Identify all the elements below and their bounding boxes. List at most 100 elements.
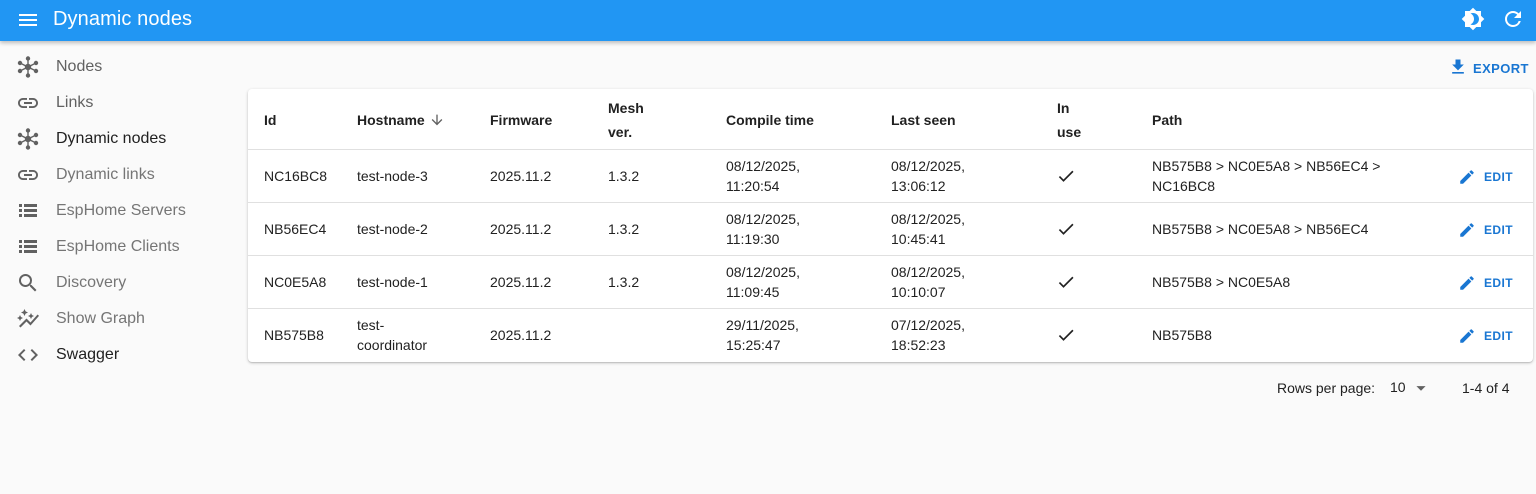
sidebar-item-label: Swagger (56, 346, 120, 363)
rows-per-page-select[interactable]: 10 (1386, 377, 1430, 399)
sidebar-item-label: Nodes (56, 58, 103, 75)
cell-id: NC16BC8 (264, 168, 328, 184)
sidebar-item-label: Dynamic nodes (56, 130, 167, 147)
export-label: EXPORT (1473, 61, 1529, 76)
edit-button[interactable]: EDIT (1454, 162, 1520, 190)
cell-seen-time: 10:10:07 (891, 284, 946, 300)
sidebar-item-show-graph[interactable]: Show Graph (0, 301, 240, 337)
cell-seen-time: 13:06:12 (891, 178, 946, 194)
cell-compile-date: 08/12/2025, (726, 211, 800, 227)
sidebar-item-esphome-clients[interactable]: EspHome Clients (0, 229, 240, 265)
pencil-icon (1460, 170, 1474, 184)
edit-label: EDIT (1484, 276, 1513, 290)
sidebar-item-esphome-servers[interactable]: EspHome Servers (0, 193, 240, 229)
edit-label: EDIT (1484, 170, 1513, 184)
cell-firmware: 2025.11.2 (490, 327, 552, 343)
pagination-range: 1-4 of 4 (1462, 380, 1510, 396)
cell-hostname-cont: coordinator (357, 337, 428, 353)
search-icon (19, 274, 37, 292)
chevron-down-icon (1416, 386, 1426, 391)
cell-firmware: 2025.11.2 (490, 168, 552, 184)
code-icon (18, 349, 38, 361)
cell-path: NB575B8 > NC0E5A8 > NB56EC4 > (1152, 158, 1381, 174)
cell-hostname: test-node-3 (357, 168, 428, 184)
menu-icon[interactable] (16, 8, 40, 32)
cell-path-cont: NC16BC8 (1152, 178, 1216, 194)
cell-firmware: 2025.11.2 (490, 274, 552, 290)
sidebar-item-swagger[interactable]: Swagger (0, 337, 240, 373)
cell-compile-date: 08/12/2025, (726, 264, 800, 280)
row-divider (248, 308, 1533, 309)
cell-compile-date: 29/11/2025, (726, 317, 799, 333)
cell-id: NB575B8 (264, 327, 324, 343)
sidebar-item-label: Discovery (56, 274, 127, 291)
row-divider (248, 255, 1533, 256)
rows-per-page-value: 10 (1390, 379, 1406, 395)
cell-compile-time: 11:19:30 (726, 231, 780, 247)
cell-id: NC0E5A8 (264, 274, 327, 290)
sidebar-item-dynamic-links[interactable]: Dynamic links (0, 157, 240, 193)
list-icon (19, 204, 37, 217)
cell-seen-time: 10:45:41 (891, 231, 946, 247)
sidebar-item-label: EspHome Servers (56, 202, 186, 219)
cell-mesh: 1.3.2 (608, 168, 640, 184)
cell-hostname: test-node-1 (357, 274, 428, 290)
column-header-label: Hostname (357, 112, 425, 128)
sidebar-item-links[interactable]: Links (0, 85, 240, 121)
column-header-last-seen[interactable]: Last seen (891, 108, 956, 132)
cell-seen-date: 08/12/2025, (891, 158, 965, 174)
sidebar: Nodes Links Dynamic nodes Dynamic links … (0, 41, 240, 494)
data-table: Id Hostname Firmware Mesh ver. Compile t… (248, 89, 1533, 362)
pencil-icon (1460, 223, 1474, 237)
cell-seen-date: 07/12/2025, (891, 317, 965, 333)
column-header-firmware[interactable]: Firmware (490, 108, 552, 132)
cell-seen-time: 18:52:23 (891, 337, 946, 353)
column-header-in-use-line2[interactable]: use (1057, 120, 1081, 144)
brightness-icon[interactable] (1461, 7, 1485, 31)
column-header-path[interactable]: Path (1152, 108, 1182, 132)
cell-seen-date: 08/12/2025, (891, 211, 965, 227)
refresh-icon[interactable] (1501, 7, 1525, 31)
sidebar-item-discovery[interactable]: Discovery (0, 265, 240, 301)
cell-hostname: test- (357, 317, 385, 333)
cell-path: NB575B8 > NC0E5A8 (1152, 274, 1291, 290)
edit-button[interactable]: EDIT (1454, 268, 1520, 296)
cell-compile-time: 15:25:47 (726, 337, 781, 353)
edit-label: EDIT (1484, 223, 1513, 237)
cell-mesh: 1.3.2 (608, 274, 640, 290)
cell-compile-date: 08/12/2025, (726, 158, 800, 174)
check-icon (1058, 276, 1074, 288)
sidebar-item-nodes[interactable]: Nodes (0, 49, 240, 85)
list-icon (19, 240, 37, 253)
pencil-icon (1460, 329, 1474, 343)
cell-seen-date: 08/12/2025, (891, 264, 965, 280)
row-divider (248, 202, 1533, 203)
check-icon (1058, 223, 1074, 235)
sidebar-item-label: Links (56, 94, 94, 111)
link-icon (18, 170, 38, 180)
cell-compile-time: 11:09:45 (726, 284, 780, 300)
cell-path: NB575B8 (1152, 327, 1212, 343)
column-header-mesh-line2[interactable]: ver. (608, 120, 632, 144)
column-header-hostname[interactable]: Hostname (357, 108, 443, 132)
pencil-icon (1460, 276, 1474, 290)
link-icon (18, 98, 38, 108)
cell-firmware: 2025.11.2 (490, 221, 552, 237)
column-header-compile-time[interactable]: Compile time (726, 108, 814, 132)
edit-button[interactable]: EDIT (1454, 321, 1520, 349)
column-header-mesh-line1[interactable]: Mesh (608, 96, 644, 120)
download-icon (1452, 59, 1464, 74)
cell-compile-time: 11:20:54 (726, 178, 780, 194)
sidebar-item-label: Dynamic links (56, 166, 155, 183)
page-title: Dynamic nodes (53, 8, 193, 30)
header-divider (248, 149, 1533, 150)
column-header-in-use-line1[interactable]: In (1057, 96, 1069, 120)
export-button[interactable]: EXPORT (1442, 53, 1530, 81)
app-bar: Dynamic nodes (0, 0, 1536, 41)
sidebar-item-dynamic-nodes[interactable]: Dynamic nodes (0, 121, 240, 157)
auto-graph-icon (17, 309, 39, 328)
edit-button[interactable]: EDIT (1454, 215, 1520, 243)
column-header-id[interactable]: Id (264, 108, 276, 132)
edit-label: EDIT (1484, 329, 1513, 343)
hub-icon (17, 56, 39, 78)
